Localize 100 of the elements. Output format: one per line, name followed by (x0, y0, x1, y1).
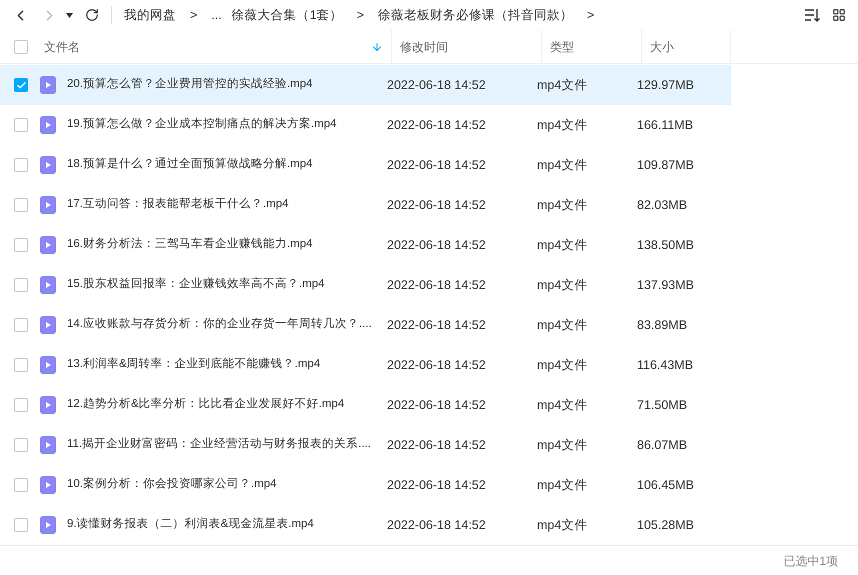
checkbox[interactable] (14, 398, 28, 412)
file-size: 71.50MB (637, 396, 688, 414)
file-row[interactable]: 10.案例分析：你会投资哪家公司？.mp4 2022-06-18 14:52 mp4文件 106.45MB (0, 465, 731, 505)
file-size: 137.93MB (637, 276, 694, 294)
file-size: 116.43MB (637, 356, 694, 374)
video-file-icon (40, 436, 56, 454)
file-size: 105.28MB (637, 516, 694, 534)
file-name: 19.预算怎么做？企业成本控制痛点的解决方案.mp4 (67, 116, 338, 132)
file-type: mp4文件 (537, 356, 588, 374)
file-name: 17.互动问答：报表能帮老板干什么？.mp4 (67, 196, 290, 212)
video-file-icon (40, 116, 56, 134)
file-name: 12.趋势分析&比率分析：比比看企业发展好不好.mp4 (67, 396, 346, 412)
file-name: 10.案例分析：你会投资哪家公司？.mp4 (67, 476, 278, 492)
file-size: 109.87MB (637, 156, 694, 174)
video-file-icon (40, 196, 56, 214)
file-name: 20.预算怎么管？企业费用管控的实战经验.mp4 (67, 76, 314, 92)
checkbox[interactable] (14, 318, 28, 332)
file-row[interactable]: 12.趋势分析&比率分析：比比看企业发展好不好.mp4 2022-06-18 14:52 mp4文件 71.50MB (0, 385, 731, 425)
file-type: mp4文件 (537, 396, 588, 414)
checkbox[interactable] (14, 198, 28, 212)
file-type: mp4文件 (537, 436, 588, 454)
breadcrumb-link[interactable]: ... (211, 6, 222, 24)
checkbox[interactable] (14, 118, 28, 132)
file-row[interactable]: 15.股东权益回报率：企业赚钱效率高不高？.mp4 2022-06-18 14:52 mp4文件 137.93MB (0, 265, 731, 305)
video-file-icon (40, 476, 56, 494)
checkbox[interactable] (14, 518, 28, 532)
modified-time: 2022-06-18 14:52 (387, 276, 487, 294)
checkbox[interactable] (14, 158, 28, 172)
separator: > (190, 6, 198, 24)
video-file-icon (40, 516, 56, 534)
file-name: 9.读懂财务报表（二）利润表&现金流星表.mp4 (67, 516, 315, 532)
file-type: mp4文件 (537, 236, 588, 254)
file-name: 11.揭开企业财富密码：企业经营活动与财务报表的关系.... (67, 436, 372, 452)
file-type: mp4文件 (537, 116, 588, 134)
file-size: 106.45MB (637, 476, 694, 494)
column-header[interactable]: 大小 (642, 30, 731, 63)
video-file-icon (40, 316, 56, 334)
file-size: 138.50MB (637, 236, 694, 254)
file-row[interactable]: 20.预算怎么管？企业费用管控的实战经验.mp4 2022-06-18 14:52 mp4文件 129.97MB (0, 65, 731, 105)
file-row[interactable]: 11.揭开企业财富密码：企业经营活动与财务报表的关系.... 2022-06-18 14:52 mp4文件 86.07MB (0, 425, 731, 465)
breadcrumb-link[interactable]: 我的网盘 (124, 6, 176, 24)
checkbox[interactable] (14, 278, 28, 292)
file-row[interactable]: 14.应收账款与存货分析：你的企业存货一年周转几次？.... 2022-06-18 14:52 mp4文件 83.89MB (0, 305, 731, 345)
file-size: 129.97MB (637, 76, 694, 94)
modified-time: 2022-06-18 14:52 (387, 356, 487, 374)
separator: > (356, 6, 364, 24)
checkbox[interactable] (14, 40, 28, 54)
column-header[interactable]: 类型 (542, 30, 642, 63)
file-size: 86.07MB (637, 436, 688, 454)
checkbox[interactable] (14, 358, 28, 372)
file-row[interactable]: 16.财务分析法：三驾马车看企业赚钱能力.mp4 2022-06-18 14:52 mp4文件 138.50MB (0, 225, 731, 265)
modified-time: 2022-06-18 14:52 (387, 156, 487, 174)
file-size: 83.89MB (637, 316, 688, 334)
modified-time: 2022-06-18 14:52 (387, 436, 487, 454)
file-type: mp4文件 (537, 316, 588, 334)
file-name: 13.利润率&周转率：企业到底能不能赚钱？.mp4 (67, 356, 322, 372)
column-header[interactable]: 文件名 (42, 30, 392, 63)
checkbox[interactable] (14, 438, 28, 452)
sort-icon[interactable] (804, 8, 820, 22)
video-file-icon (40, 356, 56, 374)
modified-time: 2022-06-18 14:52 (387, 476, 487, 494)
modified-time: 2022-06-18 14:52 (387, 236, 487, 254)
status-text: 已选中1项 (783, 552, 838, 570)
video-file-icon (40, 276, 56, 294)
file-name: 16.财务分析法：三驾马车看企业赚钱能力.mp4 (67, 236, 314, 252)
file-type: mp4文件 (537, 276, 588, 294)
file-type: mp4文件 (537, 476, 588, 494)
file-name: 14.应收账款与存货分析：你的企业存货一年周转几次？.... (67, 316, 373, 332)
file-row[interactable]: 17.互动问答：报表能帮老板干什么？.mp4 2022-06-18 14:52 mp4文件 82.03MB (0, 185, 731, 225)
sort-arrow-icon (371, 40, 383, 52)
file-name: 18.预算是什么？通过全面预算做战略分解.mp4 (67, 156, 314, 172)
file-name: 15.股东权益回报率：企业赚钱效率高不高？.mp4 (67, 276, 326, 292)
modified-time: 2022-06-18 14:52 (387, 396, 487, 414)
video-file-icon (40, 236, 56, 254)
file-row[interactable]: 19.预算怎么做？企业成本控制痛点的解决方案.mp4 2022-06-18 14:52 mp4文件 166.11MB (0, 105, 731, 145)
grid-view-icon[interactable] (832, 8, 846, 22)
checkbox[interactable] (14, 238, 28, 252)
separator: > (587, 6, 594, 24)
refresh-icon[interactable] (85, 8, 99, 22)
file-size: 82.03MB (637, 196, 688, 214)
breadcrumb-link[interactable]: 徐薇大合集（1套） (232, 6, 343, 24)
modified-time: 2022-06-18 14:52 (387, 116, 487, 134)
file-type: mp4文件 (537, 516, 588, 534)
video-file-icon (40, 156, 56, 174)
modified-time: 2022-06-18 14:52 (387, 316, 487, 334)
modified-time: 2022-06-18 14:52 (387, 516, 487, 534)
file-type: mp4文件 (537, 76, 588, 94)
file-row[interactable]: 18.预算是什么？通过全面预算做战略分解.mp4 2022-06-18 14:52 mp4文件 109.87MB (0, 145, 731, 185)
dropdown-icon[interactable] (66, 12, 73, 18)
breadcrumb-link[interactable]: 徐薇老板财务必修课（抖音同款） (378, 6, 573, 24)
checkbox[interactable] (14, 78, 28, 92)
check-icon (16, 80, 26, 90)
column-header[interactable]: 修改时间 (392, 30, 542, 63)
file-row[interactable]: 9.读懂财务报表（二）利润表&现金流星表.mp4 2022-06-18 14:52 mp4文件 105.28MB (0, 505, 731, 545)
file-type: mp4文件 (537, 196, 588, 214)
video-file-icon (40, 76, 56, 94)
file-type: mp4文件 (537, 156, 588, 174)
checkbox[interactable] (14, 478, 28, 492)
file-row[interactable]: 13.利润率&周转率：企业到底能不能赚钱？.mp4 2022-06-18 14:52 mp4文件 116.43MB (0, 345, 731, 385)
file-size: 166.11MB (637, 116, 694, 134)
